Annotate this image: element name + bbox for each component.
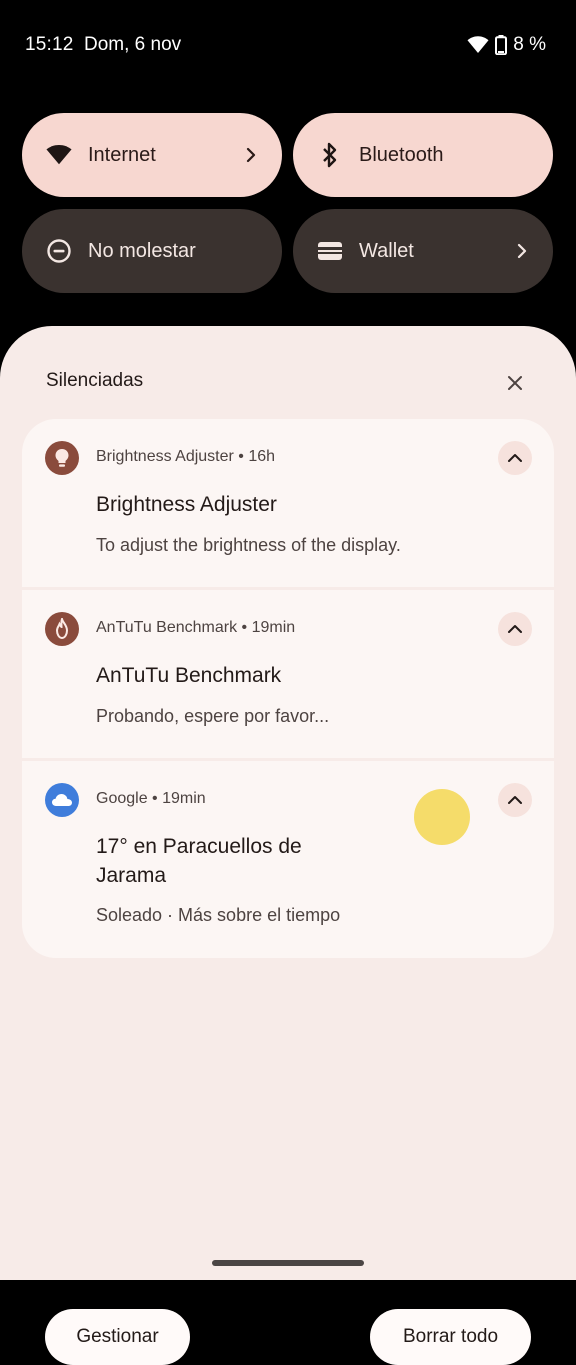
- notification-group: Brightness Adjuster • 16h Brightness Adj…: [22, 419, 554, 958]
- status-icons: 8 %: [467, 34, 546, 56]
- do-not-disturb-icon: [46, 238, 72, 264]
- tile-do-not-disturb[interactable]: No molestar: [22, 209, 282, 293]
- tile-bluetooth[interactable]: Bluetooth: [293, 113, 553, 197]
- status-time: 15:12: [25, 34, 74, 55]
- tile-label: No molestar: [88, 239, 196, 262]
- notification-body: Soleado · Más sobre el tiempo: [96, 905, 341, 925]
- notification-meta: Brightness Adjuster • 16h: [96, 448, 276, 465]
- bluetooth-icon: [317, 142, 343, 168]
- clear-all-button[interactable]: Borrar todo: [370, 1309, 531, 1365]
- tile-wallet[interactable]: Wallet: [293, 209, 553, 293]
- cloud-icon: [45, 783, 79, 817]
- notification-brightness-adjuster[interactable]: Brightness Adjuster • 16h Brightness Adj…: [22, 419, 554, 587]
- chevron-up-icon[interactable]: [498, 441, 532, 475]
- notification-title: AnTuTu Benchmark: [96, 664, 282, 687]
- wifi-icon: [467, 36, 489, 53]
- notification-body: Probando, espere por favor...: [96, 706, 330, 726]
- notification-title: Brightness Adjuster: [96, 493, 277, 516]
- notification-shade: Silenciadas Brightness Adjuster • 16h Br…: [0, 326, 576, 1365]
- tile-label: Wallet: [359, 239, 414, 262]
- chevron-up-icon[interactable]: [498, 783, 532, 817]
- tile-label: Bluetooth: [359, 143, 444, 166]
- manage-button[interactable]: Gestionar: [45, 1309, 190, 1365]
- lightbulb-icon: [45, 441, 79, 475]
- notification-body: To adjust the brightness of the display.: [96, 535, 401, 555]
- section-title: Silenciadas: [46, 370, 144, 391]
- status-bar: 15:12 Dom, 6 nov 8 %: [0, 0, 576, 90]
- chevron-right-icon: [513, 242, 531, 260]
- battery-percent: 8 %: [513, 34, 546, 55]
- tile-label: Internet: [88, 143, 156, 166]
- flame-icon: [45, 612, 79, 646]
- notification-google-weather[interactable]: Google • 19min 17° en Paracuellos de Jar…: [22, 761, 554, 958]
- battery-icon: [495, 35, 508, 55]
- notification-antutu[interactable]: AnTuTu Benchmark • 19min AnTuTu Benchmar…: [22, 590, 554, 758]
- close-icon[interactable]: [500, 368, 530, 398]
- notification-meta: Google • 19min: [96, 790, 206, 807]
- wallet-icon: [317, 238, 343, 264]
- chevron-up-icon[interactable]: [498, 612, 532, 646]
- tile-internet[interactable]: Internet: [22, 113, 282, 197]
- chevron-right-icon: [242, 146, 260, 164]
- status-date: Dom, 6 nov: [84, 34, 182, 55]
- home-gesture-bar[interactable]: [212, 1260, 364, 1266]
- wifi-icon: [46, 142, 72, 168]
- notification-meta: AnTuTu Benchmark • 19min: [96, 619, 296, 636]
- notification-title: 17° en Paracuellos de Jarama: [96, 835, 302, 887]
- touch-indicator: [414, 789, 470, 845]
